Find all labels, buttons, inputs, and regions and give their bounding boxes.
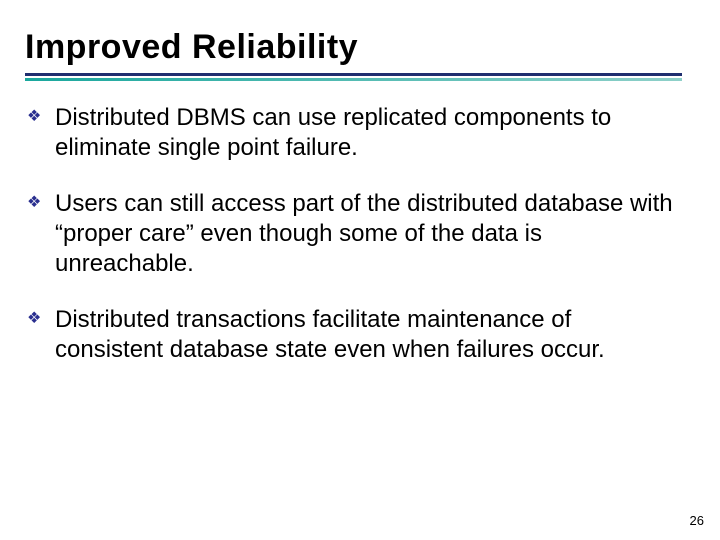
list-item-text: Distributed transactions facilitate main…: [55, 305, 682, 365]
list-item-text: Users can still access part of the distr…: [55, 189, 682, 279]
underline-navy: [25, 73, 682, 76]
list-item: ❖ Distributed transactions facilitate ma…: [25, 305, 682, 365]
diamond-bullet-icon: ❖: [25, 305, 55, 333]
list-item: ❖ Distributed DBMS can use replicated co…: [25, 103, 682, 163]
list-item: ❖ Users can still access part of the dis…: [25, 189, 682, 279]
slide-title: Improved Reliability: [25, 28, 682, 67]
underline-teal: [25, 78, 682, 81]
diamond-bullet-icon: ❖: [25, 103, 55, 131]
list-item-text: Distributed DBMS can use replicated comp…: [55, 103, 682, 163]
diamond-bullet-icon: ❖: [25, 189, 55, 217]
title-underline: [25, 73, 682, 81]
bullet-list: ❖ Distributed DBMS can use replicated co…: [25, 103, 682, 365]
slide: Improved Reliability ❖ Distributed DBMS …: [0, 0, 720, 540]
page-number: 26: [690, 513, 704, 528]
